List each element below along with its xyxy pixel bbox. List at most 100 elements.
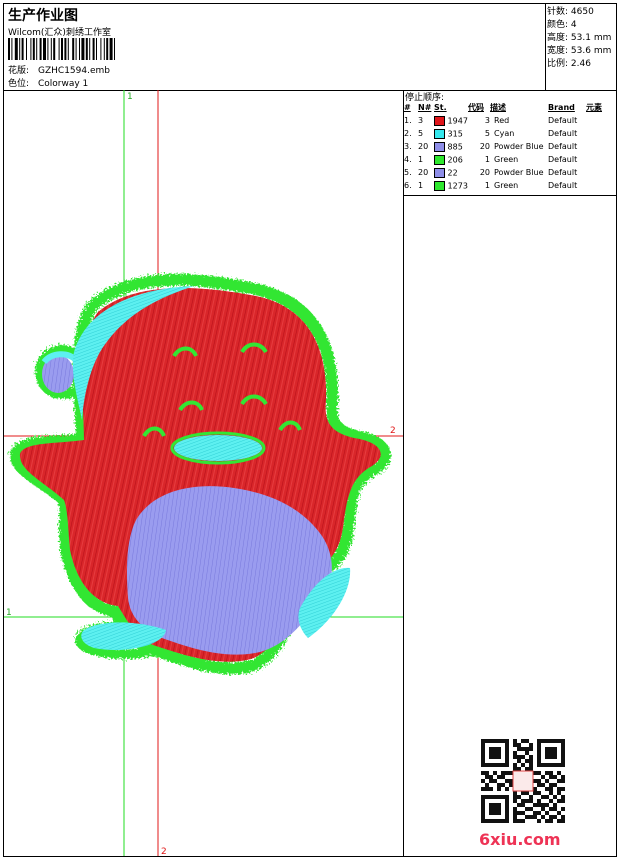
column-header: St. — [434, 103, 447, 112]
thread-element — [586, 114, 616, 127]
table-row: 2. 5 315 5 Cyan Default — [404, 127, 616, 140]
table-row: 5. 20 22 20 Powder Blue Default — [404, 166, 616, 179]
design-preview: 1 2 1 2 — [4, 90, 404, 856]
qr-code — [481, 739, 565, 823]
beak — [174, 435, 262, 461]
guide-label-v2: 2 — [161, 847, 167, 856]
column-header: # — [404, 103, 411, 112]
penguin-embroidery — [10, 273, 391, 675]
design-file-name: GZHC1594.emb — [38, 66, 110, 76]
thread-code: 5 — [484, 129, 490, 138]
thread-brand: Default — [548, 168, 578, 177]
thread-description: Cyan — [494, 129, 515, 138]
thread-description: Green — [494, 155, 519, 164]
width-value: 53.6 mm — [570, 46, 612, 56]
row-index: 2. — [404, 129, 412, 138]
stitch-count-cell: 1947 — [434, 114, 468, 127]
guide-label-h2: 2 — [390, 426, 396, 436]
thread-brand: Default — [548, 155, 578, 164]
thread-element — [586, 153, 616, 166]
thread-description: Green — [494, 181, 519, 190]
embroidery-canvas: 1 2 1 2 — [4, 90, 403, 856]
table-row: 1. 3 1947 3 Red Default — [404, 114, 616, 127]
thread-brand: Default — [548, 181, 578, 190]
thread-code: 1 — [484, 155, 490, 164]
color-swatch — [434, 180, 445, 191]
thread-brand: Default — [548, 129, 578, 138]
stitch-count-cell: 206 — [434, 153, 468, 166]
color-swatch — [434, 141, 445, 152]
barcode — [8, 38, 115, 60]
stop-sequence-panel: 停止顺序: # N# St. 代码 描述 Brand 元素 1. 3 1947 3 Red Defa… — [403, 90, 616, 856]
row-index: 6. — [404, 181, 412, 190]
height-value: 53.1 mm — [570, 33, 612, 43]
thread-element — [586, 166, 616, 179]
stitch-count-row: 针数: 4650 — [547, 6, 611, 19]
studio-name: Wilcom(汇众)刺绣工作室 — [8, 28, 111, 38]
production-worksheet: 生产作业图 Wilcom(汇众)刺绣工作室 花版: GZHC1594.emb 色位… — [3, 3, 617, 857]
height-row: 高度: 53.1 mm — [547, 32, 611, 45]
thread-brand: Default — [548, 116, 578, 125]
height-label: 高度: — [547, 33, 569, 43]
thread-description: Powder Blue — [494, 142, 544, 151]
thread-code: 3 — [484, 116, 490, 125]
design-stats: 针数: 4650 颜色: 4 高度: 53.1 mm 宽度: 53.6 mm 比… — [547, 6, 611, 71]
color-count-label: 颜色: — [547, 20, 569, 30]
color-swatch — [434, 128, 445, 139]
thread-element — [586, 140, 616, 153]
divider — [403, 195, 616, 196]
stitch-count-value: 206 — [447, 155, 463, 164]
row-index: 5. — [404, 168, 412, 177]
column-header: 元素 — [586, 103, 602, 112]
watermark-logo: 6xiu.com — [479, 830, 561, 849]
header-info: 生产作业图 Wilcom(汇众)刺绣工作室 花版: GZHC1594.emb 色位… — [4, 4, 546, 90]
table-row: 6. 1 1273 1 Green Default — [404, 179, 616, 192]
page-title: 生产作业图 — [8, 8, 78, 24]
header: 生产作业图 Wilcom(汇众)刺绣工作室 花版: GZHC1594.emb 色位… — [4, 4, 616, 91]
needle-number: 1 — [418, 155, 424, 164]
color-swatch — [434, 154, 445, 165]
color-swatch — [434, 115, 445, 126]
guide-label-v1: 1 — [127, 92, 133, 102]
stitch-count-cell: 315 — [434, 127, 468, 140]
stitch-count-value: 885 — [447, 142, 463, 151]
color-count: 4 — [570, 20, 577, 30]
column-header: 代码 — [468, 103, 484, 112]
stitch-count-label: 针数: — [547, 7, 569, 17]
ratio-row: 比例: 2.46 — [547, 58, 611, 71]
guide-label-h1: 1 — [6, 608, 12, 618]
thread-code: 20 — [479, 168, 490, 177]
stitch-count-cell: 885 — [434, 140, 468, 153]
needle-number: 1 — [418, 181, 424, 190]
thread-code: 20 — [479, 142, 490, 151]
row-index: 3. — [404, 142, 412, 151]
stitch-count-value: 1947 — [447, 116, 468, 125]
thread-element — [586, 127, 616, 140]
stitch-count-value: 22 — [447, 168, 458, 177]
column-header: N# — [418, 103, 432, 112]
table-header-row: # N# St. 代码 描述 Brand 元素 — [404, 101, 616, 114]
stitch-count-cell: 22 — [434, 166, 468, 179]
needle-number: 20 — [418, 142, 429, 151]
colorway-label: 色位: — [8, 79, 30, 89]
thread-description: Powder Blue — [494, 168, 544, 177]
colorway-value: Colorway 1 — [38, 79, 89, 89]
design-file-label: 花版: — [8, 66, 30, 76]
color-swatch — [434, 167, 445, 178]
thread-element — [586, 179, 616, 192]
thread-description: Red — [494, 116, 510, 125]
width-row: 宽度: 53.6 mm — [547, 45, 611, 58]
stop-sequence-rows: 1. 3 1947 3 Red Default 2. 5 315 5 Cyan Default 3.… — [404, 114, 616, 192]
ratio-label: 比例: — [547, 59, 569, 69]
needle-number: 5 — [418, 129, 424, 138]
design-file-row: 花版: GZHC1594.emb — [8, 63, 110, 76]
column-header: 描述 — [490, 103, 506, 112]
stop-sequence-table: # N# St. 代码 描述 Brand 元素 1. 3 1947 3 Red Default 2. 5… — [404, 101, 616, 192]
table-row: 4. 1 206 1 Green Default — [404, 153, 616, 166]
stitch-count: 4650 — [570, 7, 594, 17]
row-index: 4. — [404, 155, 412, 164]
stitch-count-value: 315 — [447, 129, 463, 138]
row-index: 1. — [404, 116, 412, 125]
needle-number: 3 — [418, 116, 424, 125]
stitch-count-value: 1273 — [447, 181, 468, 190]
